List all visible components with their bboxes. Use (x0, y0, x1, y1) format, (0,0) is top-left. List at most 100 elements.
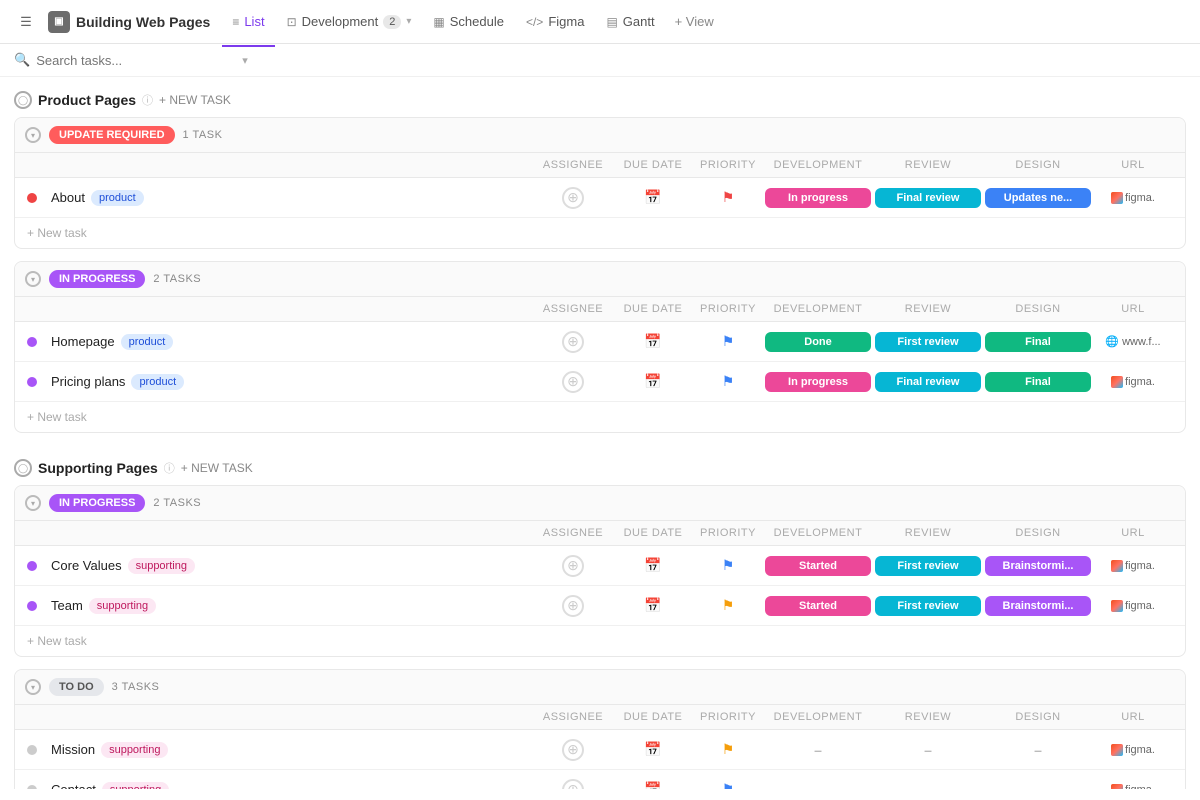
figma-label: figma. (1125, 744, 1155, 756)
task-priority[interactable]: ⚑ (693, 189, 763, 206)
task-assignee[interactable]: ⊕ (533, 555, 613, 577)
task-assignee[interactable]: ⊕ (533, 779, 613, 790)
group-header: ▾ TO DO 3 TASKS (15, 670, 1185, 705)
task-tag[interactable]: supporting (102, 782, 169, 790)
task-due-date[interactable]: 📅 (613, 557, 693, 574)
add-view-button[interactable]: + View (667, 8, 722, 35)
task-development-cell[interactable]: – (763, 734, 873, 766)
task-due-date[interactable]: 📅 (613, 597, 693, 614)
task-priority[interactable]: ⚑ (693, 557, 763, 574)
task-design-cell[interactable]: – (983, 734, 1093, 766)
table-row[interactable]: Core Values supporting ⊕ 📅 ⚑ Started Fir… (15, 546, 1185, 586)
col-assignee-label: ASSIGNEE (533, 527, 613, 539)
figma-label: figma. (1125, 192, 1155, 204)
task-design-cell[interactable]: Final (983, 368, 1093, 396)
new-task-button[interactable]: + New task (15, 626, 1185, 656)
task-url-cell[interactable]: figma. (1093, 600, 1173, 612)
task-priority[interactable]: ⚑ (693, 597, 763, 614)
task-development-cell[interactable]: Done (763, 328, 873, 356)
task-design-cell[interactable]: – (983, 774, 1093, 790)
task-url-cell[interactable]: 🌐 www.f... (1093, 335, 1173, 348)
group-toggle[interactable]: ▾ (25, 127, 41, 143)
table-row[interactable]: About product ⊕ 📅 ⚑ In progress Final re… (15, 178, 1185, 218)
task-review-cell[interactable]: Final review (873, 184, 983, 212)
task-due-date[interactable]: 📅 (613, 333, 693, 350)
task-due-date[interactable]: 📅 (613, 781, 693, 789)
task-priority[interactable]: ⚑ (693, 741, 763, 758)
section-new-task-button[interactable]: + NEW TASK (181, 461, 253, 475)
task-review-cell[interactable]: First review (873, 552, 983, 580)
tab-gantt[interactable]: ▤ Gantt (596, 8, 664, 35)
group-in-progress-product: ▾ IN PROGRESS 2 TASKS ASSIGNEE DUE DATE … (14, 261, 1186, 433)
task-tag[interactable]: product (131, 374, 184, 390)
figma-icon: </> (526, 15, 543, 29)
tab-development[interactable]: ⊡ Development 2 ▾ (277, 8, 422, 35)
tab-figma[interactable]: </> Figma (516, 8, 594, 35)
task-priority[interactable]: ⚑ (693, 373, 763, 390)
group-toggle[interactable]: ▾ (25, 271, 41, 287)
group-toggle[interactable]: ▾ (25, 679, 41, 695)
task-review-cell[interactable]: First review (873, 592, 983, 620)
task-due-date[interactable]: 📅 (613, 741, 693, 758)
table-row[interactable]: Team supporting ⊕ 📅 ⚑ Started First revi… (15, 586, 1185, 626)
task-name: Pricing plans product (27, 374, 533, 390)
calendar-icon: 📅 (644, 781, 661, 789)
task-url-cell[interactable]: figma. (1093, 560, 1173, 572)
task-priority[interactable]: ⚑ (693, 781, 763, 789)
section-info-icon[interactable]: ⓘ (142, 92, 153, 108)
col-development-label: DEVELOPMENT (763, 159, 873, 171)
task-review-cell[interactable]: Final review (873, 368, 983, 396)
task-review-cell[interactable]: First review (873, 328, 983, 356)
search-input[interactable] (36, 53, 236, 68)
task-assignee[interactable]: ⊕ (533, 739, 613, 761)
task-assignee[interactable]: ⊕ (533, 331, 613, 353)
group-badge: IN PROGRESS (49, 494, 145, 512)
task-url-cell[interactable]: figma. (1093, 376, 1173, 388)
task-design-cell[interactable]: Final (983, 328, 1093, 356)
section-toggle[interactable]: ◯ (14, 91, 32, 109)
task-review-cell[interactable]: – (873, 774, 983, 790)
task-development-cell[interactable]: – (763, 774, 873, 790)
group-toggle[interactable]: ▾ (25, 495, 41, 511)
task-tag[interactable]: supporting (128, 558, 195, 574)
calendar-icon: 📅 (644, 557, 661, 574)
section-toggle[interactable]: ◯ (14, 459, 32, 477)
new-task-button[interactable]: + New task (15, 218, 1185, 248)
search-dropdown-icon[interactable]: ▾ (242, 54, 248, 67)
task-tag[interactable]: supporting (101, 742, 168, 758)
new-task-button[interactable]: + New task (15, 402, 1185, 432)
task-development-cell[interactable]: In progress (763, 368, 873, 396)
table-row[interactable]: Contact supporting ⊕ 📅 ⚑ – – – figma. (15, 770, 1185, 789)
task-design-cell[interactable]: Updates ne... (983, 184, 1093, 212)
col-duedate-label: DUE DATE (613, 711, 693, 723)
task-development-cell[interactable]: Started (763, 552, 873, 580)
task-review-cell[interactable]: – (873, 734, 983, 766)
task-url-cell[interactable]: figma. (1093, 192, 1173, 204)
task-design-cell[interactable]: Brainstormi... (983, 592, 1093, 620)
task-assignee[interactable]: ⊕ (533, 371, 613, 393)
section-new-task-button[interactable]: + NEW TASK (159, 93, 231, 107)
task-design-cell[interactable]: Brainstormi... (983, 552, 1093, 580)
section-info-icon[interactable]: ⓘ (164, 460, 175, 476)
task-due-date[interactable]: 📅 (613, 189, 693, 206)
task-label: Contact (51, 782, 96, 789)
task-development-cell[interactable]: Started (763, 592, 873, 620)
table-row[interactable]: Mission supporting ⊕ 📅 ⚑ – – – figma. (15, 730, 1185, 770)
task-tag[interactable]: product (121, 334, 174, 350)
group-in-progress-supporting: ▾ IN PROGRESS 2 TASKS ASSIGNEE DUE DATE … (14, 485, 1186, 657)
task-priority[interactable]: ⚑ (693, 333, 763, 350)
task-url-cell[interactable]: figma. (1093, 784, 1173, 790)
task-development-cell[interactable]: In progress (763, 184, 873, 212)
task-tag[interactable]: supporting (89, 598, 156, 614)
task-tag[interactable]: product (91, 190, 144, 206)
hamburger-menu[interactable]: ☰ (12, 8, 40, 36)
tab-schedule[interactable]: ▦ Schedule (423, 8, 514, 35)
tab-list[interactable]: ≡ List (222, 8, 274, 35)
task-assignee[interactable]: ⊕ (533, 187, 613, 209)
task-name: Mission supporting (27, 742, 533, 758)
task-due-date[interactable]: 📅 (613, 373, 693, 390)
table-row[interactable]: Homepage product ⊕ 📅 ⚑ Done First review… (15, 322, 1185, 362)
table-row[interactable]: Pricing plans product ⊕ 📅 ⚑ In progress … (15, 362, 1185, 402)
task-assignee[interactable]: ⊕ (533, 595, 613, 617)
task-url-cell[interactable]: figma. (1093, 744, 1173, 756)
